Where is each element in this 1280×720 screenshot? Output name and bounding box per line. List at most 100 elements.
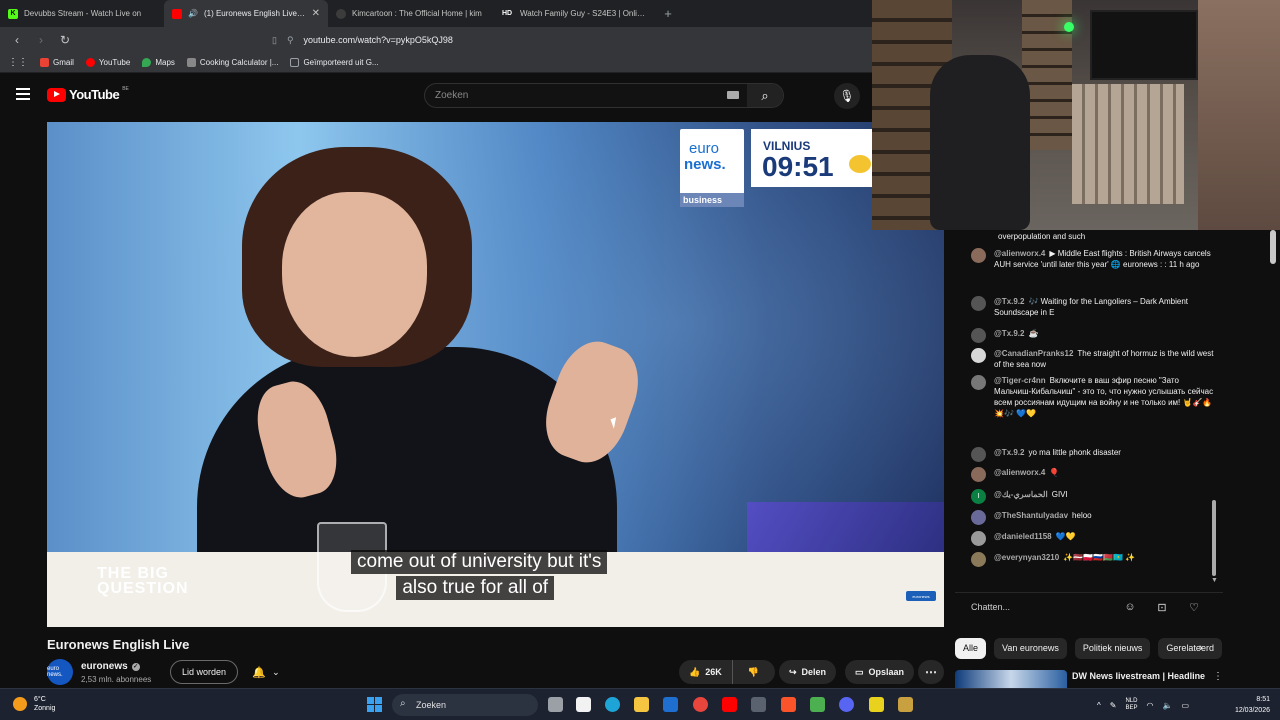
page-scrollbar[interactable] xyxy=(1270,230,1276,264)
bookmark-cooking-calculator[interactable]: Cooking Calculator |... xyxy=(186,58,278,67)
taskbar-search[interactable]: ⌕ Zoeken xyxy=(392,694,538,716)
avatar[interactable] xyxy=(971,296,986,311)
search-input[interactable]: Zoeken ⌕ xyxy=(424,83,784,108)
cooking-icon xyxy=(186,58,196,67)
like-button[interactable]: 👍 26K xyxy=(679,660,733,684)
join-button[interactable]: Lid worden xyxy=(170,660,239,684)
avatar[interactable] xyxy=(971,248,986,263)
puzzle-app-icon[interactable] xyxy=(810,697,825,712)
calculator-icon[interactable] xyxy=(751,697,766,712)
search-button[interactable]: ⌕ xyxy=(747,84,783,107)
bookmark-gmail[interactable]: Gmail xyxy=(40,58,74,67)
avatar[interactable] xyxy=(971,375,986,390)
channel-name[interactable]: euronews ✓ xyxy=(81,661,140,672)
video-thumbnail[interactable] xyxy=(955,670,1067,688)
volume-icon[interactable]: 🔈 xyxy=(1162,701,1172,710)
save-button[interactable]: ▭ Opslaan xyxy=(845,660,915,684)
chip-related[interactable]: Gerelateerd xyxy=(1158,637,1222,659)
app-icon[interactable] xyxy=(898,697,913,712)
edge-icon[interactable] xyxy=(605,697,620,712)
weather-widget[interactable]: 6°C Zonnig xyxy=(13,695,55,713)
new-tab-button[interactable]: + xyxy=(656,0,680,27)
share-button[interactable]: ↪ Delen xyxy=(779,660,837,684)
browser-tab-kimcartoon[interactable]: Kimcartoon : The Official Home | kim xyxy=(328,0,492,27)
heart-icon[interactable]: ♡ xyxy=(1187,600,1201,614)
avatar[interactable]: I xyxy=(971,489,986,504)
subtitles: come out of university but it's also tru… xyxy=(343,550,608,600)
outlook-icon[interactable] xyxy=(663,697,678,712)
windows-start-icon[interactable] xyxy=(367,697,382,712)
youtube-app-icon[interactable] xyxy=(722,697,737,712)
tab-title: (1) Euronews English Live - Yo xyxy=(203,9,306,18)
wifi-icon[interactable]: ◠ xyxy=(1146,701,1153,710)
chat-scrollbar[interactable] xyxy=(1212,500,1216,576)
more-icon[interactable]: ⋮ xyxy=(1213,671,1223,682)
search-icon: ⌕ xyxy=(761,87,769,103)
chat-message-text: overpopulation and such xyxy=(998,232,1086,241)
forward-icon[interactable]: › xyxy=(34,33,48,47)
pen-icon[interactable]: ✎ xyxy=(1110,701,1117,710)
apps-icon[interactable]: ⋮⋮ xyxy=(8,57,28,68)
avatar[interactable] xyxy=(971,328,986,343)
voice-search-button[interactable]: 🎙 xyxy=(834,83,860,109)
avatar[interactable] xyxy=(971,552,986,567)
browser-tab-euronews[interactable]: 🔊 (1) Euronews English Live - Yo ✕ xyxy=(164,0,328,27)
reload-icon[interactable]: ↻ xyxy=(58,33,72,47)
keyboard-icon[interactable] xyxy=(727,91,739,99)
task-view-icon[interactable] xyxy=(548,697,563,712)
bookmark-icon[interactable]: ▯ xyxy=(272,35,277,46)
super-chat-icon[interactable]: ⊡ xyxy=(1155,600,1169,614)
dislike-button[interactable]: 👎 xyxy=(738,667,769,678)
bookmark-folder-imported[interactable]: Geïmporteerd uit G... xyxy=(290,58,379,67)
video-player[interactable]: euro news. business VILNIUS 09:51 THE BI… xyxy=(47,122,944,627)
chat-input[interactable]: Chatten... xyxy=(971,599,1111,615)
site-info-icon[interactable]: ⚲ xyxy=(287,35,294,46)
file-explorer-icon[interactable] xyxy=(634,697,649,712)
emoji-icon[interactable]: ☺ xyxy=(1123,600,1137,614)
menu-icon[interactable] xyxy=(16,88,30,100)
taskbar-clock[interactable]: 8:51 12/03/2026 xyxy=(1224,694,1270,716)
browser-tab-familyguy[interactable]: HD Watch Family Guy - S24E3 | Online H xyxy=(492,0,656,27)
avatar[interactable] xyxy=(971,510,986,525)
bookmark-youtube[interactable]: YouTube xyxy=(85,58,130,67)
avatar[interactable] xyxy=(971,447,986,462)
brave-icon[interactable] xyxy=(781,697,796,712)
chip-all[interactable]: Alle xyxy=(955,637,987,659)
more-actions-button[interactable]: ⋯ xyxy=(918,660,944,684)
url-field[interactable]: ▯ ⚲ youtube.com/watch?v=pykpO5kQJ98 xyxy=(272,35,453,46)
chat-message: @danieled1158 💙💛 xyxy=(971,531,1215,546)
hd-icon: HD xyxy=(500,8,514,19)
chrome-icon[interactable] xyxy=(693,697,708,712)
store-icon[interactable] xyxy=(576,697,591,712)
recommended-title[interactable]: DW News livestream | Headline xyxy=(1072,671,1205,681)
avatar[interactable] xyxy=(971,348,986,363)
share-icon: ↪ xyxy=(789,666,797,677)
chevron-up-icon[interactable]: ^ xyxy=(1097,701,1101,710)
notifications-button[interactable]: 🔔 ⌄ xyxy=(244,660,288,684)
avatar[interactable] xyxy=(971,467,986,482)
scroll-down-icon[interactable]: ▼ xyxy=(1211,577,1218,584)
chat-message: @Tx.9.2 🎶 Waiting for the Langoliers – Da… xyxy=(971,296,1215,318)
discord-icon[interactable] xyxy=(839,697,854,712)
avatar[interactable] xyxy=(971,531,986,546)
chip-politics-news[interactable]: Politiek nieuws xyxy=(1074,637,1151,659)
maps-icon xyxy=(142,58,152,67)
game-icon[interactable] xyxy=(869,697,884,712)
bookmarks-bar: ⋮⋮ Gmail YouTube Maps Cooking Calculator… xyxy=(0,53,872,73)
channel-avatar[interactable]: euro news. xyxy=(47,659,73,685)
url-text[interactable]: youtube.com/watch?v=pykpO5kQJ98 xyxy=(304,35,453,45)
chat-message: @Tx.9.2 yo ma little phonk disaster xyxy=(971,447,1215,462)
microphone-icon: 🎙 xyxy=(839,89,855,103)
youtube-logo[interactable]: YouTube BE xyxy=(47,86,129,102)
chat-message: @alienworx.4 🎈 xyxy=(971,467,1215,482)
recommended-video[interactable]: DW News livestream | Headline ⋮ xyxy=(955,670,1223,688)
close-tab-icon[interactable]: ✕ xyxy=(312,8,320,19)
address-bar: ‹ › ↻ ▯ ⚲ youtube.com/watch?v=pykpO5kQJ9… xyxy=(0,27,872,53)
back-icon[interactable]: ‹ xyxy=(10,33,24,47)
battery-icon[interactable]: ▭ xyxy=(1181,701,1189,710)
bookmark-maps[interactable]: Maps xyxy=(142,58,175,67)
browser-tab-devubbs[interactable]: K Devubbs Stream - Watch Live on xyxy=(0,0,164,27)
chip-from-channel[interactable]: Van euronews xyxy=(994,637,1067,659)
chevron-right-icon[interactable]: › xyxy=(1199,642,1203,654)
language-indicator[interactable]: NLD BEP xyxy=(1125,698,1137,712)
